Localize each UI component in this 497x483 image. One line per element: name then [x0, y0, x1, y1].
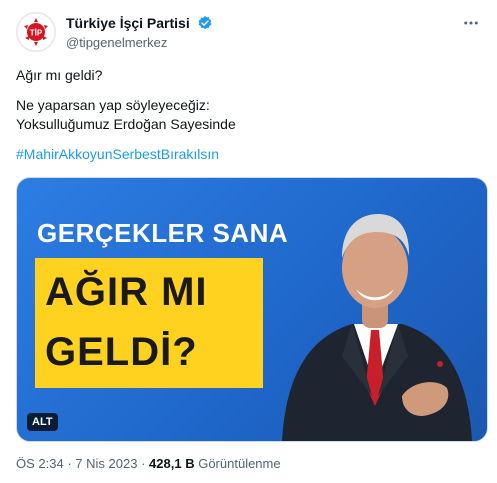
verified-badge-icon[interactable]	[197, 15, 213, 31]
tweet-meta: ÖS 2:34 · 7 Nis 2023 · 428,1 B Görüntüle…	[16, 456, 281, 471]
banner-question-line1: AĞIR MI	[45, 270, 208, 314]
more-options-icon[interactable]	[461, 14, 481, 34]
account-handle[interactable]: @tipgenelmerkez	[66, 35, 213, 50]
tweet-line: Ağır mı geldi?	[16, 67, 103, 83]
tweet-text: Ağır mı geldi? Ne yaparsan yap söyleyece…	[16, 66, 481, 175]
banner-question-line2: GELDİ?	[45, 330, 198, 374]
tweet-time[interactable]: ÖS 2:34	[16, 456, 64, 471]
banner-headline: GERÇEKLER SANA	[37, 218, 289, 248]
views-label: Görüntülenme	[198, 456, 281, 471]
meta-separator: ·	[141, 456, 146, 471]
views-count: 428,1 B	[149, 456, 195, 471]
tweet-line: Ne yaparsan yap söyleyeceğiz:	[16, 97, 210, 113]
account-name-block: Türkiye İşçi Partisi @tipgenelmerkez	[66, 14, 213, 50]
tweet-line: Yoksulluğumuz Erdoğan Sayesinde	[16, 116, 236, 132]
tweet-media-image[interactable]: GERÇEKLER SANA AĞIR MI GELDİ? ALT	[16, 177, 488, 442]
meta-separator: ·	[67, 456, 72, 471]
alt-text-button[interactable]: ALT	[27, 413, 58, 431]
party-logo-icon: TİP	[16, 12, 56, 52]
hashtag-link[interactable]: #MahirAkkoyunSerbestBırakılsın	[16, 145, 481, 164]
svg-text:TİP: TİP	[30, 29, 43, 38]
avatar[interactable]: TİP	[16, 12, 56, 52]
tweet-header: TİP Türkiye İşçi Partisi @tipgenelmerkez	[16, 12, 481, 52]
politician-photo	[282, 214, 472, 441]
display-name[interactable]: Türkiye İşçi Partisi	[66, 15, 190, 31]
tweet-date[interactable]: 7 Nis 2023	[75, 456, 137, 471]
